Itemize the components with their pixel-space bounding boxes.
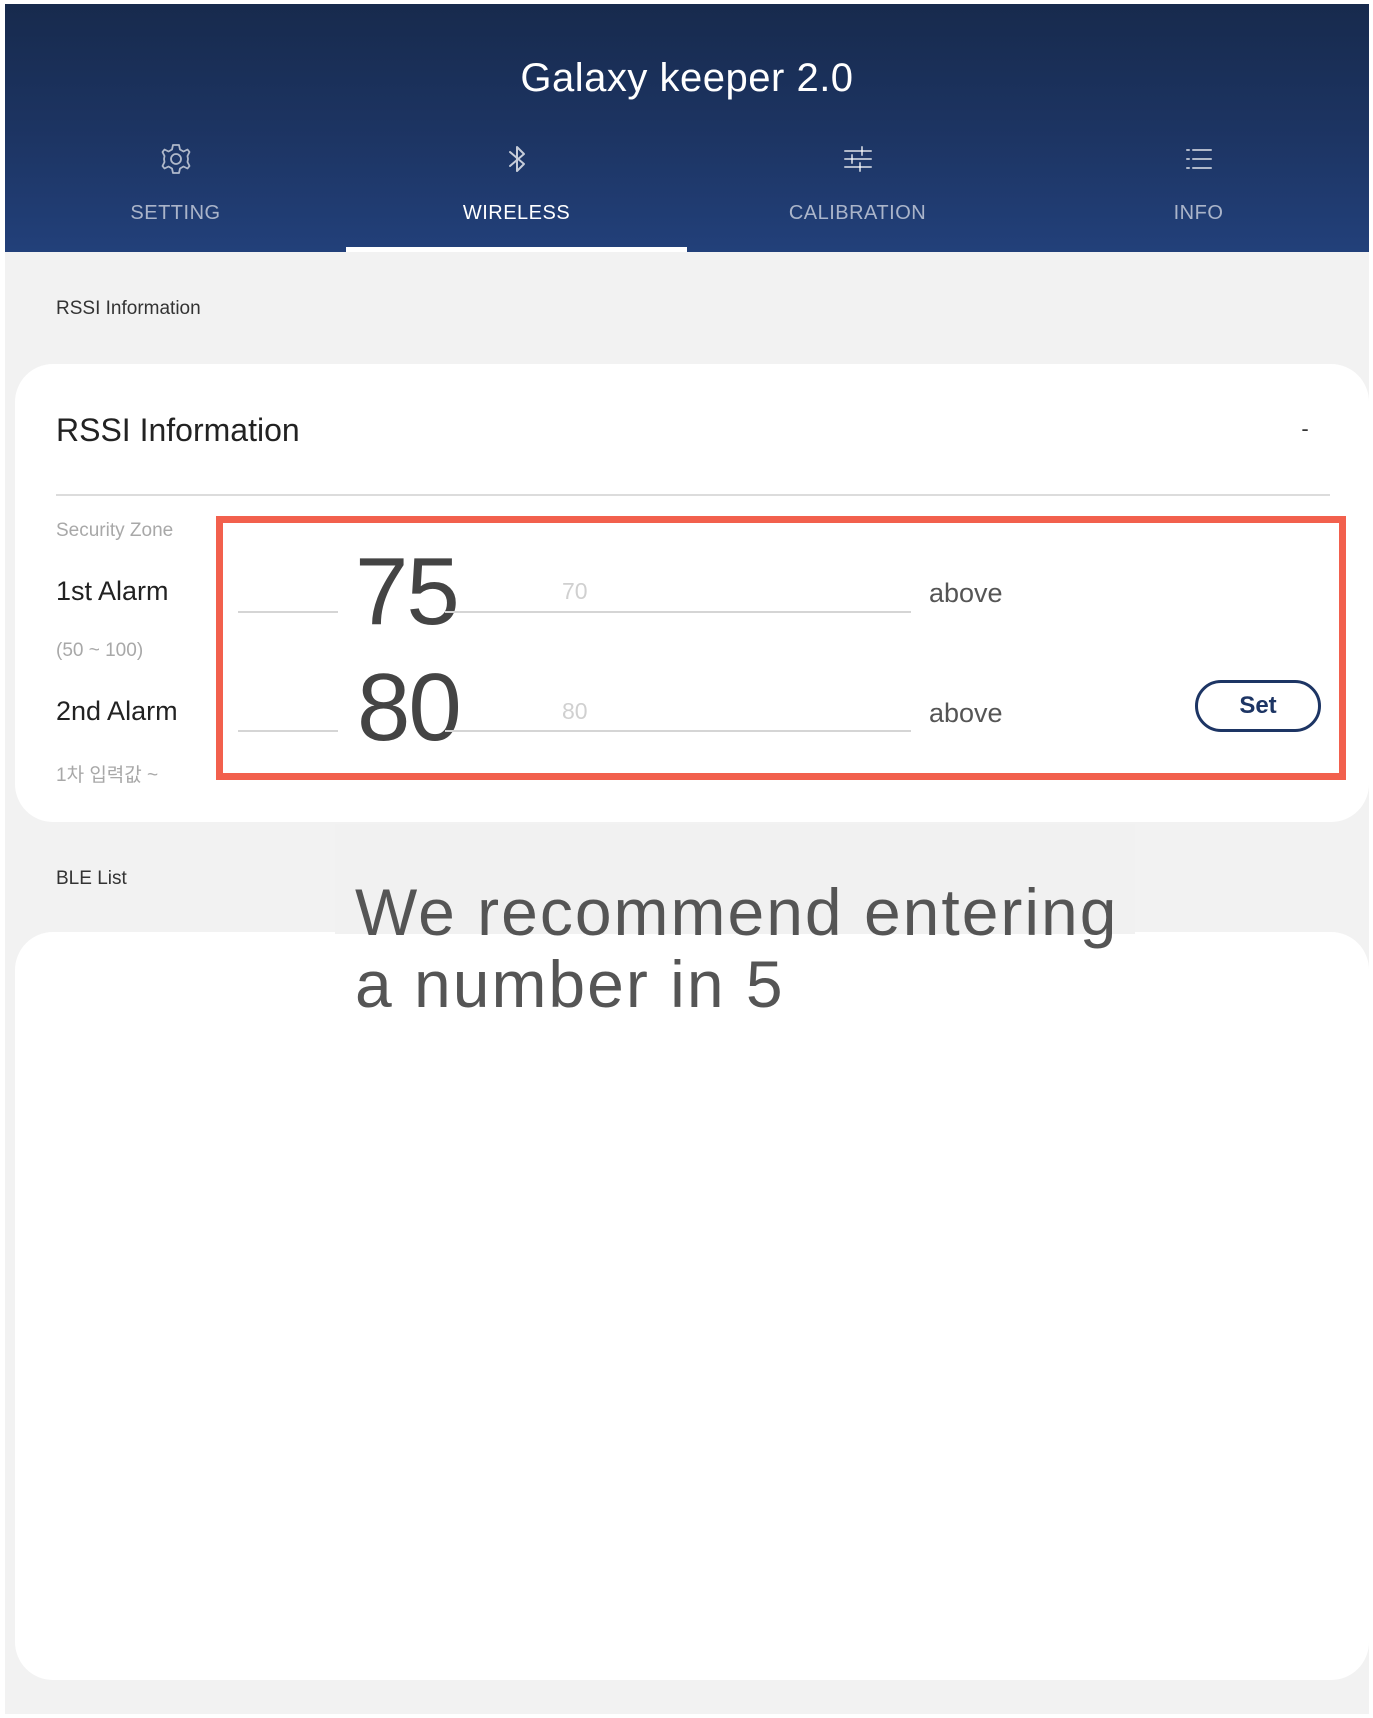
tab-info-label: INFO bbox=[1173, 202, 1224, 224]
tooltip-line-2: a number in 5 bbox=[355, 947, 785, 1021]
tab-wireless-label: WIRELESS bbox=[462, 202, 571, 224]
recommendation-tooltip: We recommend entering a number in 5 bbox=[355, 876, 1155, 1020]
card-divider bbox=[56, 494, 1330, 496]
tab-setting[interactable]: SETTING bbox=[5, 124, 346, 252]
app-title: Galaxy keeper 2.0 bbox=[520, 56, 854, 100]
rssi-card-title: RSSI Information bbox=[56, 412, 300, 448]
rssi-section-label: RSSI Information bbox=[56, 298, 201, 319]
sliders-icon bbox=[843, 146, 872, 172]
tab-bar: SETTING WIRELESS CALIBRATION INFO bbox=[5, 124, 1369, 252]
tab-info[interactable]: INFO bbox=[1028, 124, 1369, 252]
highlight-annotation-box bbox=[216, 516, 1346, 780]
tab-calibration[interactable]: CALIBRATION bbox=[687, 124, 1028, 252]
security-zone-label: Security Zone bbox=[56, 520, 174, 541]
first-alarm-label: 1st Alarm bbox=[56, 576, 169, 606]
list-icon bbox=[1185, 149, 1212, 169]
bluetooth-icon bbox=[508, 146, 525, 172]
app-header: Galaxy keeper 2.0 SETTING WIRELESS CALIB… bbox=[5, 4, 1369, 252]
collapse-button[interactable]: - bbox=[1295, 416, 1315, 442]
ble-list-card bbox=[15, 932, 1369, 1680]
active-tab-indicator bbox=[346, 247, 687, 252]
second-alarm-range-hint: 1차 입력값 ~ bbox=[56, 765, 159, 786]
tooltip-line-1: We recommend entering bbox=[355, 875, 1119, 949]
second-alarm-label: 2nd Alarm bbox=[56, 696, 178, 726]
ble-section-label: BLE List bbox=[56, 868, 127, 889]
app-frame: Galaxy keeper 2.0 SETTING WIRELESS CALIB… bbox=[5, 4, 1369, 1714]
tab-wireless[interactable]: WIRELESS bbox=[346, 124, 687, 252]
tab-calibration-label: CALIBRATION bbox=[788, 202, 927, 224]
tab-setting-label: SETTING bbox=[130, 202, 221, 224]
gear-icon bbox=[161, 144, 190, 174]
first-alarm-range-hint: (50 ~ 100) bbox=[56, 640, 144, 661]
